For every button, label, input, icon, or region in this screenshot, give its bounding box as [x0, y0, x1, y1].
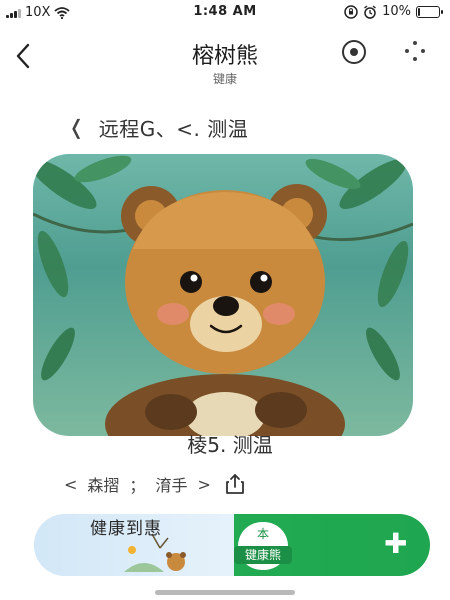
plus-icon[interactable]: ✚ — [384, 530, 407, 558]
badge-top-label: 本 — [256, 527, 269, 541]
promo-banner[interactable]: 健康到惠 本 键康熊 ✚ ❯ — [34, 514, 430, 576]
action-prev-button[interactable]: < — [64, 475, 77, 494]
hero-image — [33, 154, 413, 436]
banner-title: 健康到惠 — [90, 519, 162, 539]
action-separator: ； — [129, 476, 146, 495]
breadcrumb-text: 远程G、<. 测温 — [98, 116, 249, 141]
status-bar: 10X 1:48 AM 10% — [0, 0, 450, 26]
battery-icon — [416, 5, 443, 18]
breadcrumb[interactable]: ❬ 远程G、<. 测温 — [68, 113, 248, 141]
lock-rotation-icon — [344, 4, 358, 19]
battery-level — [418, 7, 420, 16]
status-right: 10% — [344, 4, 443, 19]
action-item-a[interactable]: 森摺 — [87, 472, 119, 496]
page-subtitle: 键康 — [212, 72, 237, 86]
banner-badge: 本 键康熊 — [234, 522, 292, 570]
action-next-button[interactable]: > — [197, 475, 210, 494]
action-item-b[interactable]: 淯手 — [155, 472, 187, 496]
target-icon[interactable] — [342, 40, 366, 64]
chevron-left-icon: ❬ — [68, 115, 85, 139]
home-indicator[interactable] — [155, 590, 295, 595]
image-caption: 棱5. 测温 — [187, 433, 273, 457]
badge-label: 键康熊 — [234, 546, 292, 564]
more-dots-icon[interactable] — [402, 40, 428, 66]
header: 榕树熊 键康 — [0, 30, 450, 90]
share-icon[interactable] — [225, 473, 245, 495]
battery-percent: 10% — [382, 4, 411, 19]
alarm-icon — [364, 4, 377, 19]
action-row: < 森摺 ； 淯手 > — [64, 470, 245, 498]
page-title: 榕树熊 — [191, 44, 258, 69]
bear-illustration — [33, 155, 413, 436]
